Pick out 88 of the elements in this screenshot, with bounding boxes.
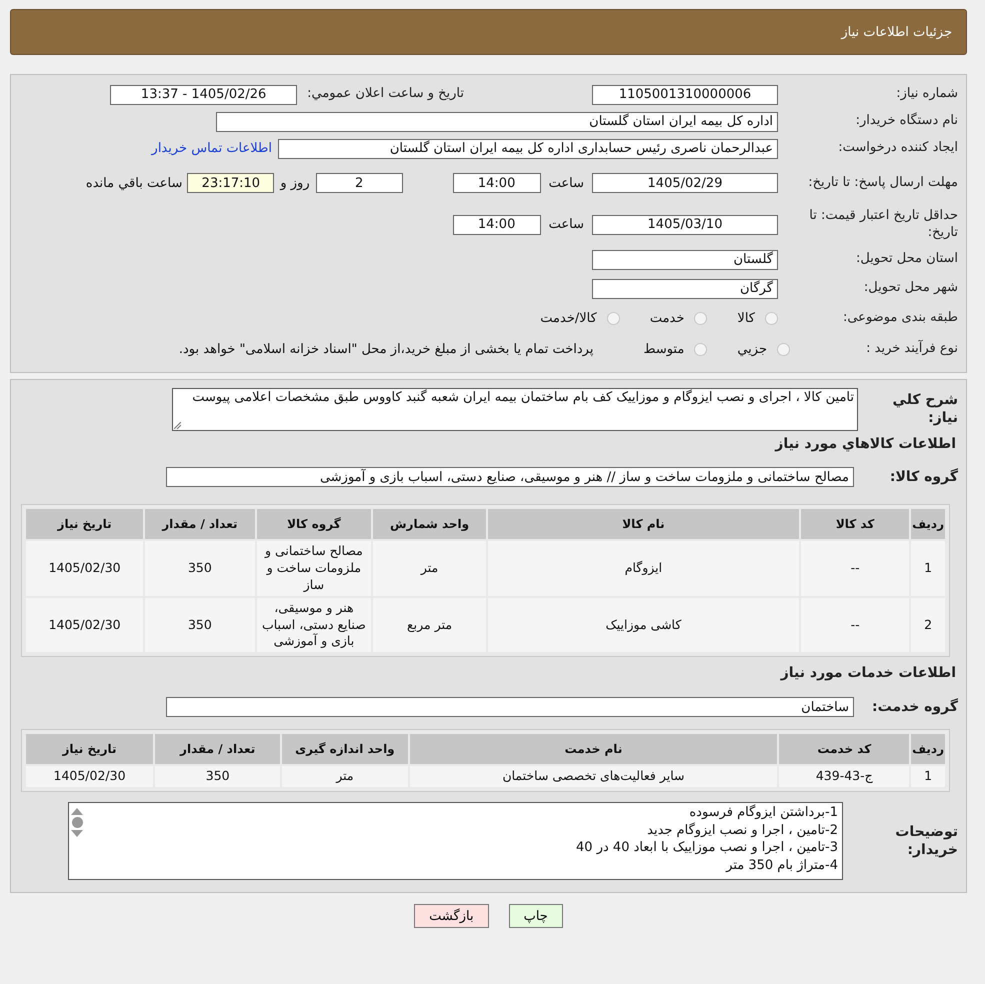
description-field[interactable]: تامین کالا ، اجرای و نصب ایزوگام و موزاییک کف بام ساختمان بیمه ایران شعبه گنبد کاووس طبق مشخصات اعلامی پیوست — [172, 388, 858, 430]
column-header: واحد اندازه گیری — [282, 734, 408, 764]
announce-date-field[interactable]: 1405/02/26 - 13:37 — [110, 84, 298, 104]
contact-link[interactable]: اطلاعات تماس خریدار — [152, 141, 272, 156]
province-field[interactable]: گلستان — [592, 250, 778, 270]
radio-label: کالا — [737, 311, 755, 326]
field-label: استان محل تحویل: — [855, 251, 958, 268]
table-cell: 1405/02/30 — [26, 766, 154, 788]
radio-button[interactable] — [777, 342, 790, 356]
time-field[interactable]: 14:00 — [452, 214, 541, 234]
column-header: نام خدمت — [410, 734, 778, 764]
requester-field[interactable]: عبدالرحمان ناصری رئیس حسابداری اداره کل بیمه ایران استان گلستان — [278, 138, 778, 158]
radio-button[interactable] — [765, 312, 778, 325]
notes-field[interactable]: 1-برداشتن ایزوگام فرسوده 2-تامین ، اجرا و نصب ایزوگام جدید 3-تامین ، اجرا و نصب موزاییک با ابعاد 40 در 40 4-متراژ بام 350 متر — [68, 802, 843, 880]
section-heading: اطلاعات كالاهاي مورد نياز — [774, 435, 957, 454]
table-cell: 1 — [911, 541, 945, 596]
column-header: تاریخ نیاز — [26, 509, 144, 539]
column-header: ردیف — [911, 509, 945, 539]
table-cell: 2 — [911, 598, 945, 652]
radio-button[interactable] — [694, 312, 708, 325]
column-header: تعداد / مقدار — [155, 734, 280, 764]
field-label: شرح كلي نياز: — [892, 390, 958, 428]
table-cell: 350 — [155, 766, 280, 788]
print-button[interactable]: چاپ — [508, 904, 563, 928]
field-label: نوع فرآیند خرید : — [865, 340, 958, 358]
field-label: شهر محل تحویل: — [862, 280, 958, 297]
field-label: ایجاد کننده درخواست: — [837, 140, 958, 157]
date-field[interactable]: 1405/02/29 — [592, 173, 778, 193]
resize-grip-icon[interactable] — [174, 422, 181, 428]
scroll-thumb-icon[interactable] — [72, 817, 82, 828]
table-cell: متر — [373, 541, 486, 596]
table-cell: ایزوگام — [488, 541, 800, 596]
field-label: ساعت — [548, 217, 584, 232]
column-header: ردیف — [911, 734, 945, 764]
section-heading: اطلاعات خدمات مورد نياز — [779, 664, 957, 684]
column-header: کد خدمت — [779, 734, 910, 764]
column-header: تاریخ نیاز — [26, 734, 154, 764]
table-cell: هنر و موسیقی، صنایع دستی، اسباب بازی و آموزشی — [256, 598, 372, 652]
scroll-down-icon[interactable] — [71, 830, 83, 838]
field-label: نام دستگاه خریدار: — [854, 113, 958, 130]
field-label: طبقه بندی موضوعی: — [842, 310, 958, 327]
field-label: تاریخ و ساعت اعلان عمومي: — [307, 86, 464, 103]
radio-label: خدمت — [650, 311, 684, 326]
date-field[interactable]: 1405/03/10 — [592, 214, 778, 234]
goods-group-field[interactable]: مصالح ساختمانی و ملزومات ساخت و ساز // هنر و موسیقی، صنایع دستی، اسباب بازی و آموزشی — [166, 467, 854, 487]
field-label: مهلت ارسال پاسخ: تا تاریخ: — [807, 174, 958, 192]
table-cell: کاشی موزاییک — [488, 598, 800, 652]
field-label: روز و — [280, 176, 310, 190]
table-cell: 1405/02/30 — [26, 541, 144, 596]
field-label: ساعت — [548, 176, 584, 190]
payment-note: پرداخت تمام یا بخشی از مبلغ خرید،از محل "اسناد خزانه اسلامی" خواهد بود. — [178, 342, 594, 356]
table-cell: متر مربع — [373, 598, 486, 652]
radio-button[interactable] — [694, 342, 708, 356]
table-cell: مصالح ساختمانی و ملزومات ساخت و ساز — [256, 541, 372, 596]
table-cell: -- — [801, 598, 910, 652]
field-label: شماره نیاز: — [895, 86, 958, 103]
field-label: گروه خدمت: — [871, 698, 958, 716]
table-cell: متر — [282, 766, 408, 788]
table-cell: 1405/02/30 — [26, 598, 144, 652]
table-cell: 1 — [911, 766, 945, 788]
table-cell: 350 — [145, 541, 255, 596]
time-field[interactable]: 14:00 — [452, 173, 541, 193]
column-header: گروه کالا — [256, 509, 372, 539]
table-cell: سایر فعالیت‌های تخصصی ساختمان — [410, 766, 778, 788]
days-field[interactable]: 2 — [316, 173, 403, 193]
table-cell: -- — [801, 541, 910, 596]
table-cell: 350 — [145, 598, 255, 652]
column-header: نام کالا — [488, 509, 800, 539]
remaining-time-field: 23:17:10 — [187, 173, 274, 193]
buyer-org-field[interactable]: اداره کل بیمه ایران استان گلستان — [216, 112, 778, 132]
radio-label: متوسط — [643, 342, 684, 356]
radio-button[interactable] — [606, 312, 620, 325]
column-header: کد کالا — [801, 509, 910, 539]
service-group-field[interactable]: ساختمان — [166, 697, 854, 718]
field-label: ساعت باقي مانده — [86, 176, 182, 190]
need-number-field[interactable]: 1105001310000006 — [592, 84, 778, 104]
back-button[interactable]: بازگشت — [414, 904, 489, 928]
city-field[interactable]: گرگان — [592, 278, 778, 298]
field-label: توضیحات خریدار: — [894, 822, 958, 860]
field-label: حداقل تاریخ اعتبار قیمت: تا تاریخ: — [808, 208, 958, 242]
column-header: تعداد / مقدار — [145, 509, 255, 539]
radio-label: جزيي — [737, 342, 767, 356]
page-header: جزئیات اطلاعات نیاز — [10, 9, 967, 55]
radio-label: کالا/خدمت — [540, 311, 597, 326]
field-label: گروه کالا: — [888, 468, 958, 486]
table-cell: ج-43-439 — [779, 766, 910, 788]
scroll-up-icon[interactable] — [71, 808, 83, 816]
column-header: واحد شمارش — [373, 509, 486, 539]
